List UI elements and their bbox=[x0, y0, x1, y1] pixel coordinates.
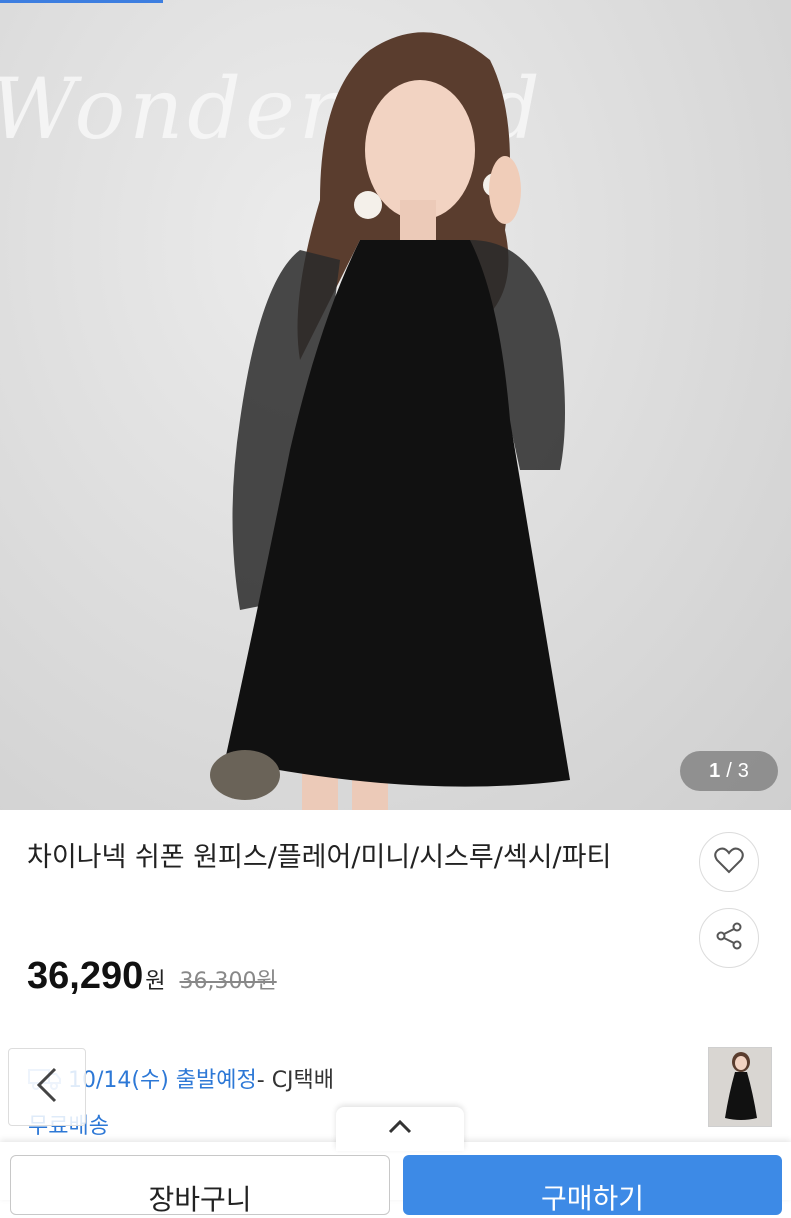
image-counter-separator: / bbox=[726, 759, 732, 782]
share-icon bbox=[714, 921, 744, 955]
expand-sheet-handle[interactable] bbox=[336, 1107, 464, 1151]
image-counter-total: 3 bbox=[737, 759, 749, 782]
back-button[interactable] bbox=[8, 1048, 86, 1126]
model-illustration bbox=[210, 32, 570, 810]
wishlist-button[interactable] bbox=[699, 832, 759, 892]
price-block: 36,290 원 36,300원 bbox=[27, 955, 277, 998]
shipping-carrier: - CJ택배 bbox=[256, 1068, 335, 1093]
product-image[interactable]: Wonderland 1 / 3 bbox=[0, 0, 791, 810]
product-title: 차이나넥 쉬폰 원피스/플레어/미니/시스루/섹시/파티 bbox=[27, 842, 612, 873]
chevron-up-icon bbox=[387, 1119, 413, 1139]
currency-unit: 원 bbox=[145, 969, 166, 994]
shipping-date: 10/14(수) 출발예정 bbox=[68, 1068, 257, 1093]
heart-icon bbox=[714, 846, 744, 878]
product-thumbnail[interactable] bbox=[708, 1047, 772, 1127]
image-counter: 1 / 3 bbox=[680, 751, 778, 791]
sale-price: 36,290 bbox=[27, 955, 144, 997]
image-counter-current: 1 bbox=[709, 759, 721, 782]
buy-now-button[interactable]: 구매하기 bbox=[403, 1155, 782, 1215]
share-button[interactable] bbox=[699, 908, 759, 968]
add-to-cart-button[interactable]: 장바구니 bbox=[10, 1155, 390, 1216]
original-price: 36,300원 bbox=[179, 969, 277, 994]
chevron-left-icon bbox=[35, 1065, 59, 1109]
